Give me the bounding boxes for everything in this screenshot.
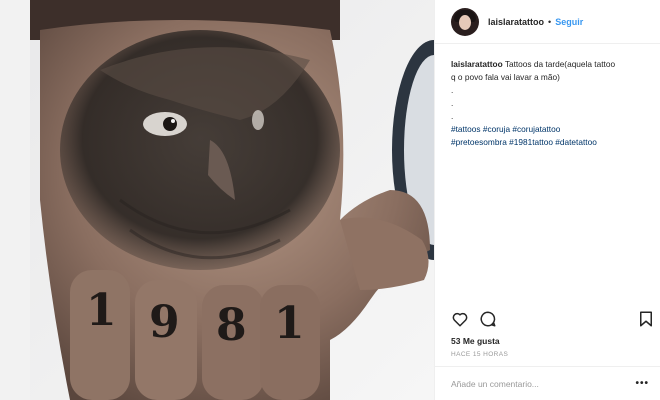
hashtag-datetattoo[interactable]: #datetattoo	[555, 137, 597, 147]
post-side-panel: laislaratattoo • Seguir laislaratattoo T…	[434, 0, 660, 400]
caption-line-1: laislaratattoo Tattoos da tarde(aquela t…	[451, 58, 651, 71]
header-separator: •	[548, 16, 552, 27]
comment-input[interactable]	[451, 378, 636, 389]
post-actions	[451, 310, 655, 330]
page-gutter	[0, 0, 30, 400]
knuckle-digit-3: 8	[216, 300, 247, 351]
post-header: laislaratattoo • Seguir	[435, 0, 660, 44]
knuckle-digit-2: 9	[149, 297, 180, 348]
likes-count[interactable]: 53 Me gusta	[451, 336, 500, 346]
more-options-icon[interactable]: •••	[635, 378, 649, 389]
heart-icon[interactable]	[451, 310, 469, 328]
post-caption: laislaratattoo Tattoos da tarde(aquela t…	[451, 58, 651, 149]
post-timestamp: HACE 15 HORAS	[451, 351, 509, 358]
knuckle-digit-1: 1	[86, 285, 117, 336]
caption-dot-3: .	[451, 111, 454, 121]
comment-bar: •••	[435, 366, 660, 400]
comment-icon[interactable]	[479, 310, 497, 328]
avatar-face	[459, 14, 471, 30]
hashtag-tattoos[interactable]: #tattoos	[451, 124, 481, 134]
hashtag-coruja[interactable]: #coruja	[483, 124, 510, 134]
caption-text-2: q o povo fala vai lavar a mão)	[451, 72, 560, 82]
knuckle-digit-4: 1	[274, 298, 305, 349]
caption-dot-2: .	[451, 98, 454, 108]
bookmark-icon[interactable]	[637, 310, 655, 328]
header-username[interactable]: laislaratattoo	[488, 17, 544, 27]
hashtag-pretoesombra[interactable]: #pretoesombra	[451, 137, 507, 147]
post-image[interactable]: 1 9 8 1	[30, 0, 434, 400]
hashtag-corujatattoo[interactable]: #corujatattoo	[512, 124, 560, 134]
hashtags-line-1: #tattoos #coruja #corujatattoo	[451, 123, 651, 136]
hashtag-1981tattoo[interactable]: #1981tattoo	[509, 137, 553, 147]
user-avatar[interactable]	[451, 7, 479, 36]
caption-dot-1: .	[451, 85, 454, 95]
follow-button[interactable]: Seguir	[555, 17, 583, 27]
caption-text-1: Tattoos da tarde(aquela tattoo	[504, 59, 616, 69]
caption-username[interactable]: laislaratattoo	[451, 59, 503, 69]
hashtags-line-2: #pretoesombra #1981tattoo #datetattoo	[451, 136, 651, 149]
